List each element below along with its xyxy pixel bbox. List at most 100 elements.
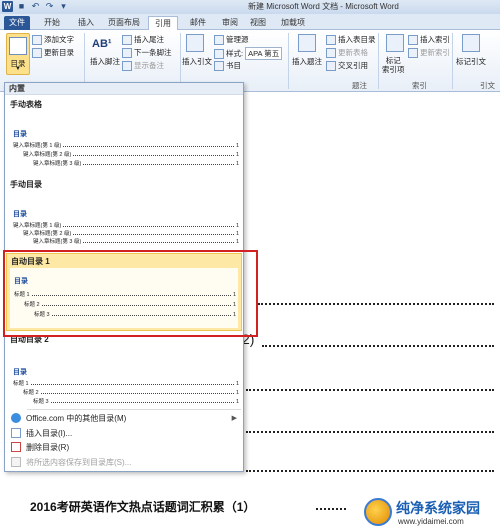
- toc-button[interactable]: 目录 ▼: [6, 33, 30, 75]
- style-dropdown[interactable]: APA 第五: [245, 47, 283, 60]
- tab-home[interactable]: 开始: [40, 16, 64, 30]
- tab-view[interactable]: 视图: [246, 16, 270, 30]
- show-notes-icon: [122, 60, 132, 71]
- manage-sources-button[interactable]: 管理源: [214, 34, 249, 45]
- cross-reference-icon: [326, 60, 336, 71]
- tab-add-ins[interactable]: 加载项: [278, 16, 308, 30]
- save-icon[interactable]: ■: [16, 1, 27, 12]
- manual-toc-option[interactable]: 目录 键入章标题(第 1 级) 1 键入章标题(第 2 级) 1 键入章标题(第 3…: [7, 191, 241, 249]
- next-footnote-button[interactable]: 下一条脚注: [122, 47, 172, 58]
- insert-caption-icon[interactable]: [298, 34, 316, 52]
- group-separator: [452, 33, 453, 89]
- save-selection-to-gallery-menu-item[interactable]: 将所选内容保存到目录库(S)...: [5, 455, 243, 469]
- group-separator: [378, 33, 379, 89]
- update-table-icon: [326, 47, 336, 58]
- more-tocs-office-menu-item[interactable]: Office.com 中的其他目录(M) ▶: [5, 411, 243, 425]
- mark-entry-icon[interactable]: [386, 34, 404, 52]
- tab-insert[interactable]: 插入: [74, 16, 98, 30]
- style-selector[interactable]: 样式: APA 第五: [214, 47, 283, 60]
- preview-line: 键入章标题(第 3 级) 1: [33, 161, 239, 167]
- preview-line: 标题 31: [33, 399, 239, 405]
- toc-icon: [9, 37, 27, 55]
- watermark-logo-icon: [364, 498, 392, 526]
- insert-footnote-button[interactable]: 插入脚注: [90, 56, 120, 67]
- show-notes-button[interactable]: 显示备注: [122, 60, 164, 71]
- tab-mailings[interactable]: 邮件: [186, 16, 210, 30]
- insert-index-button[interactable]: 插入索引: [408, 34, 450, 45]
- auto-toc-2-option[interactable]: 目录 标题 11 标题 21 标题 31: [7, 345, 241, 407]
- redo-icon[interactable]: ↷: [44, 1, 55, 12]
- watermark: 纯净系统家园 www.yidaimei.com: [364, 497, 498, 529]
- preview-heading: 目录: [13, 369, 27, 376]
- word-app-icon[interactable]: W: [2, 1, 13, 12]
- remove-toc-icon: [11, 442, 21, 452]
- title-bar: W ■ ↶ ↷ ▾ 新建 Microsoft Word 文档 - Microso…: [0, 0, 500, 14]
- captions-group-label: 题注: [352, 81, 367, 90]
- manual-toc-title: 手动目录: [10, 180, 42, 189]
- mark-citation-button[interactable]: 标记引文: [456, 56, 486, 67]
- chevron-down-icon: ▼: [15, 66, 21, 72]
- insert-footnote-icon[interactable]: AB¹: [92, 38, 112, 50]
- insert-table-of-figures-button[interactable]: 插入表目录: [326, 34, 376, 45]
- bibliography-icon: [214, 60, 224, 71]
- mark-citation-icon[interactable]: [462, 34, 480, 52]
- cross-reference-button[interactable]: 交叉引用: [326, 60, 368, 71]
- tab-page-layout[interactable]: 页面布局: [106, 16, 142, 30]
- chevron-right-icon: ▶: [231, 415, 237, 422]
- insert-citation-icon[interactable]: [186, 34, 204, 52]
- undo-icon[interactable]: ↶: [30, 1, 41, 12]
- manage-sources-icon: [214, 34, 224, 45]
- customize-qat-icon[interactable]: ▾: [58, 1, 69, 12]
- group-separator: [288, 33, 289, 89]
- menu-divider: [27, 409, 241, 410]
- update-toc-button[interactable]: 更新目录: [32, 47, 74, 58]
- mark-entry-button[interactable]: 标记 索引项: [382, 56, 405, 74]
- caption-icon: [298, 34, 316, 52]
- tab-review[interactable]: 审阅: [218, 16, 242, 30]
- mark-citation-icon-glyph: [462, 34, 480, 52]
- toc-leader-dots: [316, 508, 346, 510]
- save-to-gallery-icon: [11, 457, 21, 467]
- preview-line: 键入章标题(第 1 级) 1: [13, 223, 239, 229]
- toc-leader-dots: [262, 345, 494, 347]
- update-index-button[interactable]: 更新索引: [408, 47, 450, 58]
- insert-toc-icon: [11, 428, 21, 438]
- tab-file[interactable]: 文件: [4, 16, 30, 30]
- insert-citation-button[interactable]: 插入引文: [182, 56, 212, 67]
- builtin-section-header: 内置: [5, 83, 243, 95]
- tab-references[interactable]: 引用: [148, 16, 178, 31]
- add-text-button[interactable]: 添加文字: [32, 34, 74, 45]
- preview-line: 键入章标题(第 3 级) 1: [33, 239, 239, 245]
- endnote-icon: [122, 34, 132, 45]
- update-index-icon: [408, 47, 418, 58]
- insert-index-icon: [408, 34, 418, 45]
- group-separator: [84, 33, 85, 89]
- insert-toc-menu-item[interactable]: 插入目录(I)...: [5, 426, 243, 440]
- remove-toc-menu-item[interactable]: 删除目录(R): [5, 440, 243, 454]
- preview-line: 键入章标题(第 2 级) 1: [23, 152, 239, 158]
- office-globe-icon: [11, 413, 21, 423]
- insert-caption-button[interactable]: 插入题注: [292, 56, 322, 67]
- insert-endnote-button[interactable]: 插入尾注: [122, 34, 164, 45]
- next-footnote-icon: [122, 47, 132, 58]
- bibliography-button[interactable]: 书目: [214, 60, 241, 71]
- add-text-icon: [32, 34, 42, 45]
- ribbon-tabs: 文件 开始 插入 页面布局 引用 邮件 审阅 视图 加载项: [0, 14, 500, 31]
- preview-line: 键入章标题(第 1 级) 1: [13, 143, 239, 149]
- update-table-button[interactable]: 更新表格: [326, 47, 368, 58]
- preview-heading: 目录: [13, 211, 27, 218]
- toc-leader-dots: [246, 470, 494, 472]
- index-group-label: 索引: [412, 81, 427, 90]
- manual-table-option[interactable]: 目录 键入章标题(第 1 级) 1 键入章标题(第 2 级) 1 键入章标题(第 3…: [7, 111, 241, 171]
- toc-leader-dots: [258, 303, 494, 305]
- mark-entry-icon-glyph: [386, 34, 404, 52]
- toc-entry-line: 2016考研英语作文热点话题词汇积累（1）: [30, 500, 256, 514]
- annotation-highlight-box: [3, 250, 258, 337]
- table-of-figures-icon: [326, 34, 336, 45]
- preview-heading: 目录: [13, 131, 27, 138]
- citation-icon: [186, 34, 204, 52]
- window-title: 新建 Microsoft Word 文档 - Microsoft Word: [248, 2, 399, 11]
- toc-leader-dots: [246, 389, 494, 391]
- watermark-title: 纯净系统家园: [396, 500, 480, 516]
- preview-line: 标题 11: [13, 381, 239, 387]
